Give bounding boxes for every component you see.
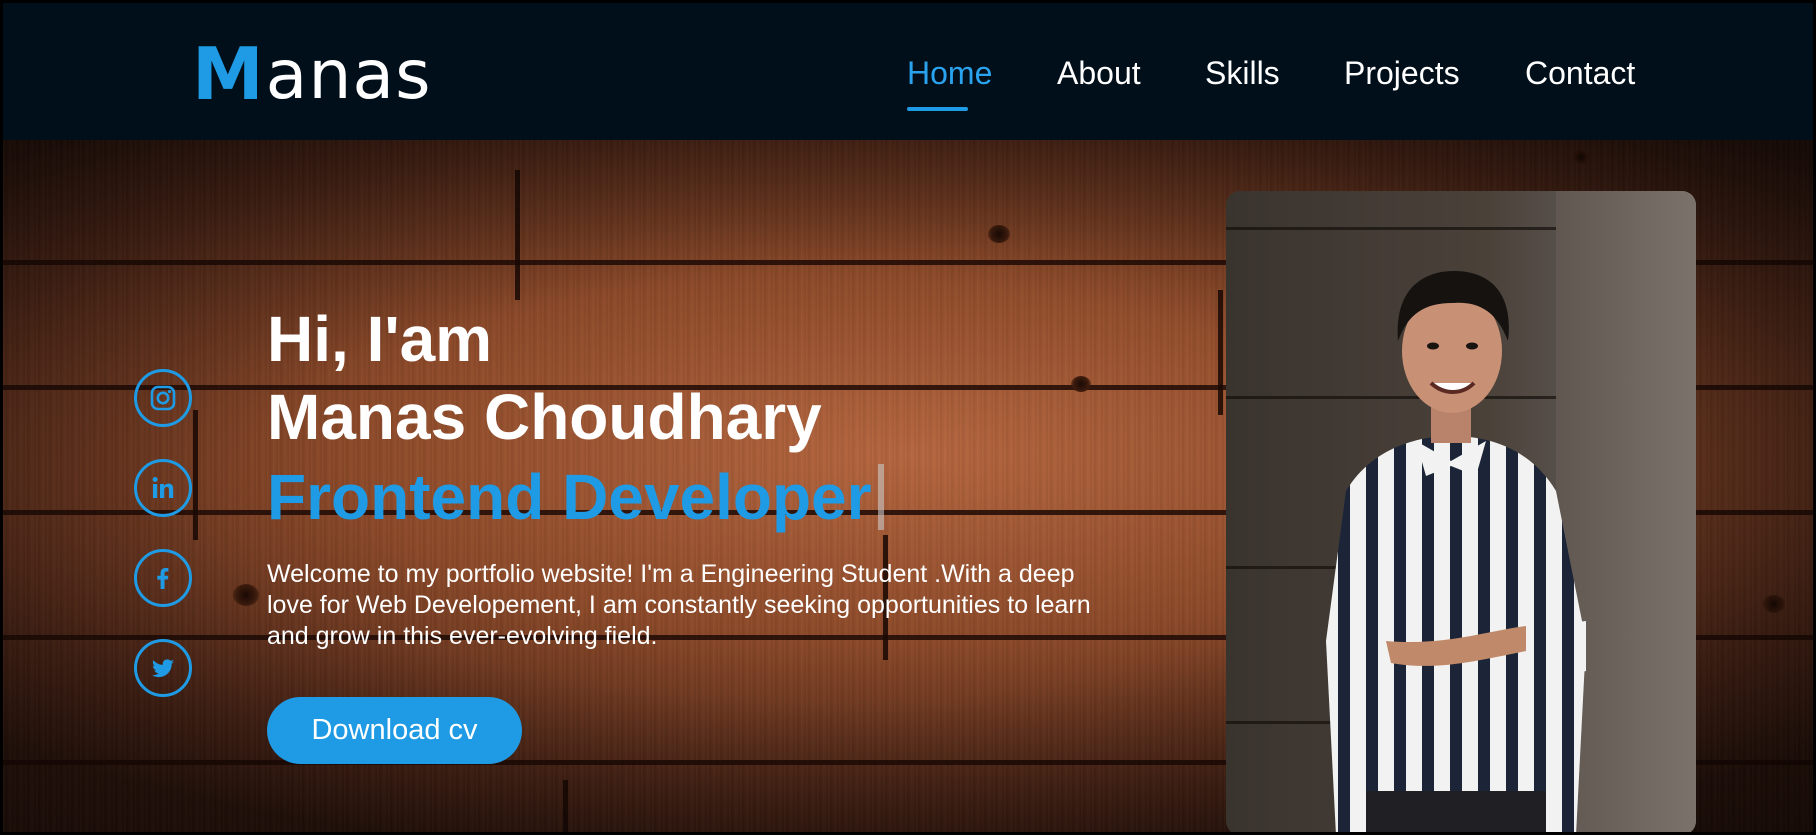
typing-cursor xyxy=(877,464,884,530)
main-nav: Home About Skills Projects Contact xyxy=(3,55,1813,111)
instagram-icon xyxy=(150,385,176,411)
wood-knot xyxy=(1573,150,1589,164)
wood-knot xyxy=(1763,595,1785,613)
nav-contact[interactable]: Contact xyxy=(1525,55,1635,92)
site-header: M anas Home About Skills Projects Contac… xyxy=(3,3,1813,140)
wood-knot xyxy=(233,584,259,606)
page: M anas Home About Skills Projects Contac… xyxy=(0,0,1816,835)
nav-projects[interactable]: Projects xyxy=(1344,55,1460,92)
hero-name: Manas Choudhary xyxy=(267,381,822,453)
facebook-link[interactable] xyxy=(134,549,192,607)
plank-seam xyxy=(515,170,520,300)
nav-about[interactable]: About xyxy=(1057,55,1141,92)
instagram-link[interactable] xyxy=(134,369,192,427)
plank-seam xyxy=(563,780,568,832)
wood-knot xyxy=(988,225,1010,243)
twitter-link[interactable] xyxy=(134,639,192,697)
facebook-icon xyxy=(157,568,169,589)
plank-seam xyxy=(193,410,198,540)
nav-home[interactable]: Home xyxy=(907,55,992,111)
plank-seam xyxy=(1218,290,1223,415)
hero-greeting: Hi, I'am xyxy=(267,303,493,375)
hero-role: Frontend Developer xyxy=(267,461,872,533)
linkedin-icon xyxy=(152,477,174,498)
person-illustration xyxy=(1326,271,1586,832)
nav-skills[interactable]: Skills xyxy=(1205,55,1280,92)
download-cv-button[interactable]: Download cv xyxy=(267,697,522,764)
wood-knot xyxy=(1071,376,1091,392)
profile-photo xyxy=(1226,191,1696,832)
linkedin-link[interactable] xyxy=(134,459,192,517)
hero-description: Welcome to my portfolio website! I'm a E… xyxy=(267,560,1091,650)
twitter-icon xyxy=(152,659,174,678)
hero-role-line: Frontend Developer xyxy=(267,459,884,535)
